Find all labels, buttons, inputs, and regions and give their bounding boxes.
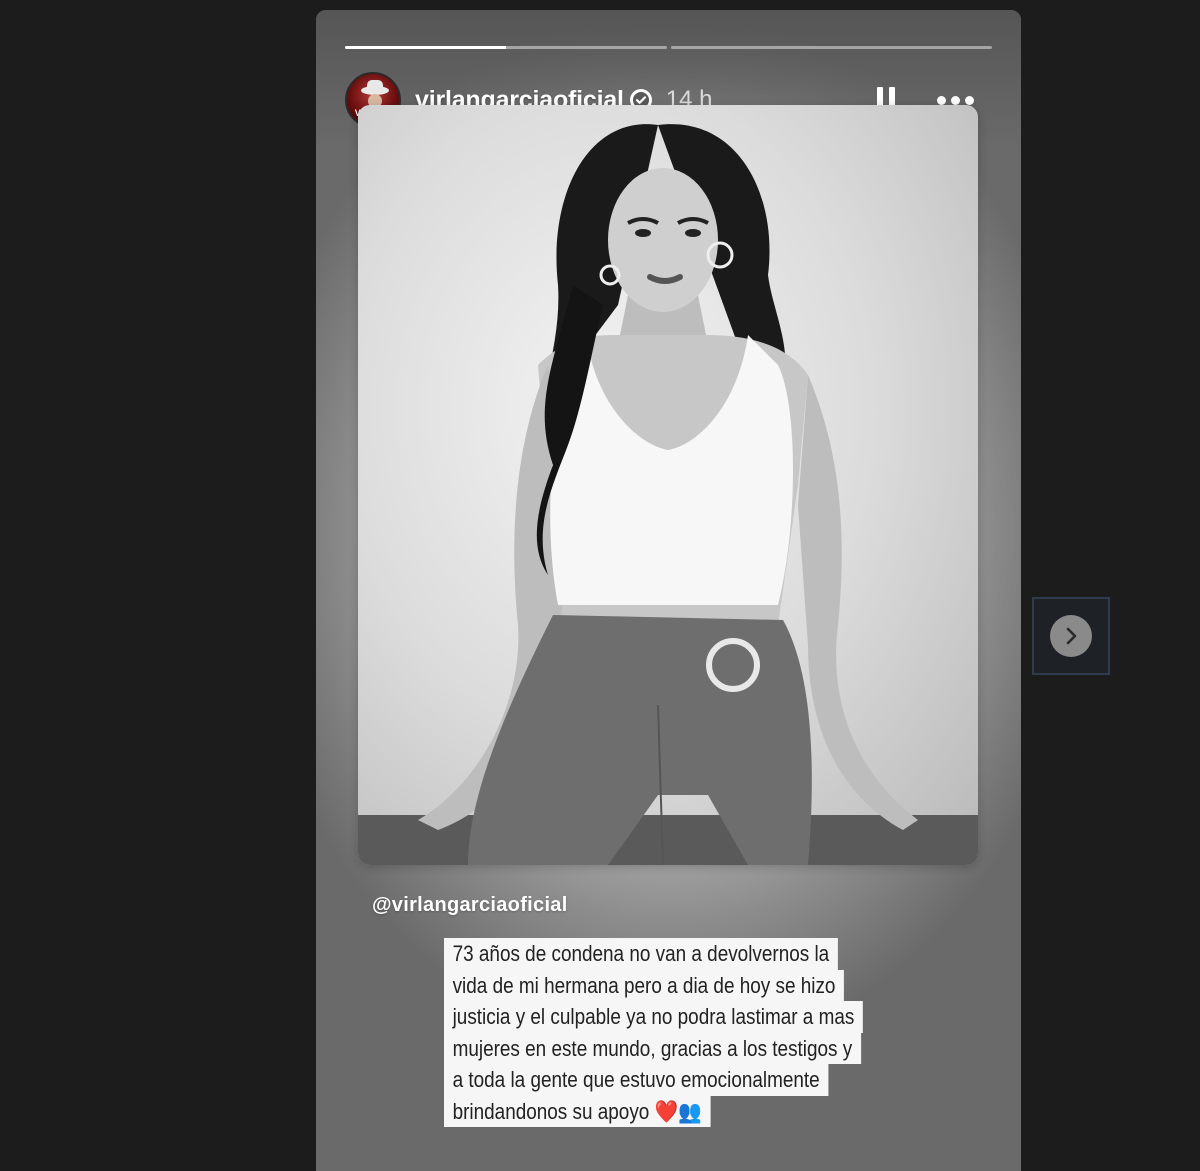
- caption-line: vida de mi hermana pero a dia de hoy se …: [444, 969, 884, 1001]
- caption-line: justicia y el culpable ya no podra lasti…: [444, 1001, 884, 1033]
- story-photo: [358, 105, 978, 865]
- caption-text-sticker: 73 años de condena no van a devolvernos …: [444, 938, 884, 1127]
- progress-segment-2: [670, 46, 992, 49]
- next-story-button[interactable]: [1032, 597, 1110, 675]
- chevron-right-icon: [1050, 615, 1092, 657]
- story-progress: [345, 46, 992, 49]
- mention-sticker[interactable]: @virlangarciaoficial: [372, 894, 568, 917]
- progress-segment-1: [345, 46, 667, 49]
- caption-line: mujeres en este mundo, gracias a los tes…: [444, 1032, 884, 1064]
- caption-line: 73 años de condena no van a devolvernos …: [444, 938, 884, 970]
- caption-line: brindandonos su apoyo ❤️👥: [444, 1095, 884, 1127]
- more-options-icon[interactable]: [937, 95, 974, 105]
- caption-line: a toda la gente que estuvo emocionalment…: [444, 1064, 884, 1096]
- story-viewer: VIRLAN virlangarciaoficial 14 h: [316, 10, 1021, 1171]
